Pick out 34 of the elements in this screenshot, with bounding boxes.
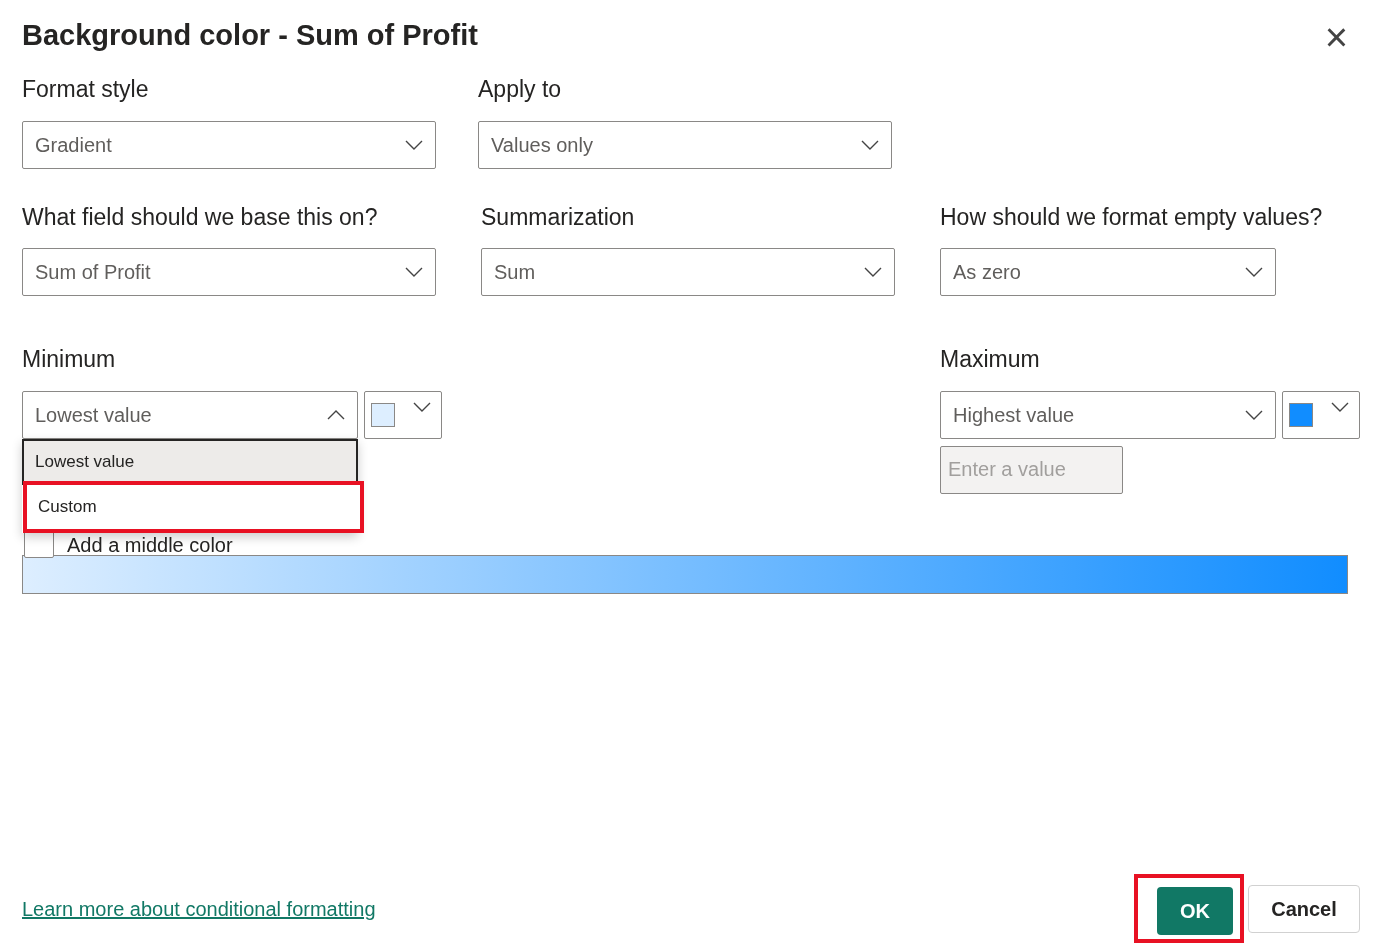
chevron-icon (405, 266, 423, 277)
dropdown[interactable]: Lowest value (22, 390, 358, 439)
field-label: Minimum (22, 344, 117, 374)
field-label: Apply to (478, 74, 563, 104)
chevron-icon (1245, 266, 1263, 277)
dropdown[interactable]: Values only (478, 120, 892, 169)
dropdown-option[interactable]: Lowest value (22, 438, 358, 485)
color-picker-button[interactable] (364, 390, 442, 439)
help-link[interactable]: Learn more about conditional formatting (22, 893, 376, 924)
checkbox[interactable] (24, 531, 54, 558)
chevron-icon (1245, 409, 1263, 420)
chevron-icon (327, 409, 345, 420)
dropdown-option[interactable]: Custom (23, 480, 364, 533)
chevron-icon (864, 266, 882, 277)
dialog-title: Background color - Sum of Profit (22, 18, 478, 53)
field-label: Summarization (481, 202, 636, 232)
dropdown[interactable]: Sum of Profit (22, 247, 436, 296)
color-picker-button[interactable] (1282, 390, 1360, 439)
chevron-icon (861, 139, 879, 150)
field-label: Maximum (940, 344, 1041, 374)
field-label: Format style (22, 74, 150, 104)
field-label: How should we format empty values? (940, 202, 1323, 232)
dropdown[interactable]: As zero (940, 247, 1276, 296)
chevron-icon (413, 401, 431, 412)
dropdown[interactable]: Sum (481, 247, 895, 296)
dropdown[interactable]: Highest value (940, 390, 1276, 439)
checkbox-label: Add a middle color (67, 532, 233, 558)
chevron-icon (405, 139, 423, 150)
ok-button[interactable]: OK (1157, 887, 1233, 935)
dropdown[interactable]: Gradient (22, 120, 436, 169)
chevron-icon (1331, 401, 1349, 412)
cancel-button[interactable]: Cancel (1248, 884, 1360, 933)
field-label: What field should we base this on? (22, 202, 379, 232)
close-button[interactable]: × (1324, 16, 1348, 57)
